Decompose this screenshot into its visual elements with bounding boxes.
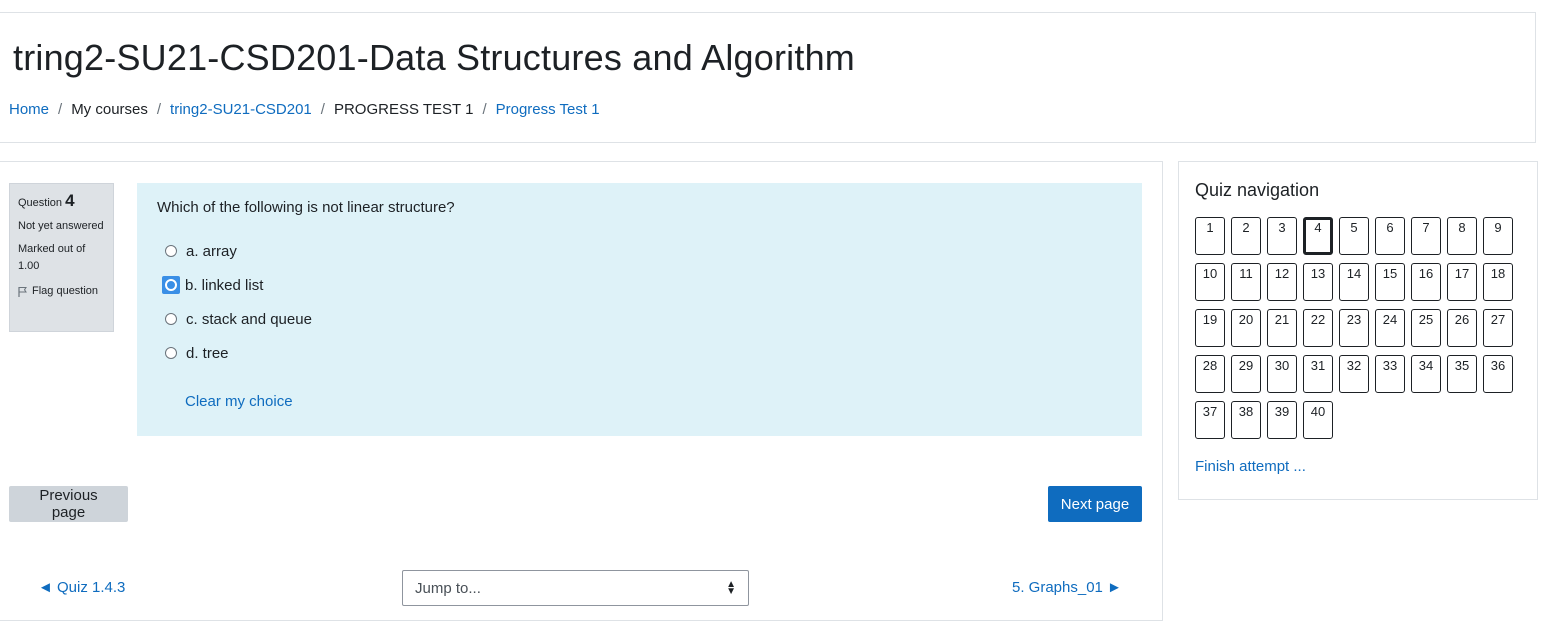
quiz-navigation-block: Quiz navigation 1 2 3 4 5 6 7 8 9 10 11 12 13 14 15 16 1… <box>1178 161 1538 500</box>
quiz-nav-button-8[interactable]: 8 <box>1447 217 1477 255</box>
quiz-nav-button-30[interactable]: 30 <box>1267 355 1297 393</box>
quiz-nav-button-35[interactable]: 35 <box>1447 355 1477 393</box>
page-title: tring2-SU21-CSD201-Data Structures and A… <box>13 37 855 78</box>
question-label: Question <box>18 197 63 209</box>
quiz-nav-button-17[interactable]: 17 <box>1447 263 1477 301</box>
breadcrumb: Home / My courses / tring2-SU21-CSD201 /… <box>9 101 600 118</box>
answer-label: d. tree <box>186 344 229 362</box>
breadcrumb-separator: / <box>58 101 63 118</box>
quiz-nav-button-23[interactable]: 23 <box>1339 309 1369 347</box>
breadcrumb-section: PROGRESS TEST 1 <box>333 101 474 118</box>
quiz-nav-button-20[interactable]: 20 <box>1231 309 1261 347</box>
quiz-nav-button-18[interactable]: 18 <box>1483 263 1513 301</box>
quiz-navigation-grid: 1 2 3 4 5 6 7 8 9 10 11 12 13 14 15 16 17 18 19 20 21 22 23 24 2… <box>1195 217 1525 439</box>
breadcrumb-separator: / <box>320 101 325 118</box>
quiz-nav-button-37[interactable]: 37 <box>1195 401 1225 439</box>
jump-to-select[interactable]: Jump to... ▲ ▼ <box>402 570 749 606</box>
breadcrumb-my-courses: My courses <box>71 101 148 118</box>
quiz-nav-button-25[interactable]: 25 <box>1411 309 1441 347</box>
quiz-nav-button-33[interactable]: 33 <box>1375 355 1405 393</box>
quiz-nav-button-39[interactable]: 39 <box>1267 401 1297 439</box>
radio-button[interactable] <box>165 245 177 257</box>
question-number: 4 <box>65 191 75 210</box>
quiz-nav-button-16[interactable]: 16 <box>1411 263 1441 301</box>
radio-button[interactable] <box>165 313 177 325</box>
radio-button[interactable] <box>165 347 177 359</box>
page-header: tring2-SU21-CSD201-Data Structures and A… <box>0 12 1536 143</box>
answer-option-a[interactable]: a. array <box>163 239 237 263</box>
breadcrumb-course[interactable]: tring2-SU21-CSD201 <box>170 101 312 118</box>
quiz-nav-button-2[interactable]: 2 <box>1231 217 1261 255</box>
quiz-nav-button-27[interactable]: 27 <box>1483 309 1513 347</box>
flag-question-toggle[interactable]: Flag question <box>18 283 105 300</box>
question-text: Which of the following is not linear str… <box>157 199 455 216</box>
breadcrumb-separator: / <box>482 101 487 118</box>
quiz-nav-button-11[interactable]: 11 <box>1231 263 1261 301</box>
quiz-nav-button-31[interactable]: 31 <box>1303 355 1333 393</box>
quiz-nav-button-19[interactable]: 19 <box>1195 309 1225 347</box>
quiz-navigation-title: Quiz navigation <box>1195 180 1320 200</box>
breadcrumb-separator: / <box>156 101 162 118</box>
quiz-nav-button-26[interactable]: 26 <box>1447 309 1477 347</box>
quiz-nav-button-13[interactable]: 13 <box>1303 263 1333 301</box>
jump-to-value: Jump to... <box>415 579 481 597</box>
answer-option-c[interactable]: c. stack and queue <box>163 307 312 331</box>
quiz-nav-button-7[interactable]: 7 <box>1411 217 1441 255</box>
question-info-panel: Question 4 Not yet answered Marked out o… <box>9 183 114 332</box>
previous-activity-link[interactable]: ◄ Quiz 1.4.3 <box>38 579 125 596</box>
quiz-nav-button-29[interactable]: 29 <box>1231 355 1261 393</box>
quiz-nav-button-32[interactable]: 32 <box>1339 355 1369 393</box>
quiz-nav-button-12[interactable]: 12 <box>1267 263 1297 301</box>
previous-page-button[interactable]: Previous page <box>9 486 128 522</box>
quiz-nav-button-21[interactable]: 21 <box>1267 309 1297 347</box>
select-arrows-icon: ▲ ▼ <box>726 579 736 597</box>
answer-label: a. array <box>186 242 237 260</box>
quiz-nav-button-1[interactable]: 1 <box>1195 217 1225 255</box>
quiz-nav-button-3[interactable]: 3 <box>1267 217 1297 255</box>
answer-label: b. linked list <box>185 276 264 294</box>
answer-label: c. stack and queue <box>186 310 312 328</box>
quiz-nav-button-9[interactable]: 9 <box>1483 217 1513 255</box>
flag-question-label: Flag question <box>32 285 99 297</box>
quiz-nav-button-22[interactable]: 22 <box>1303 309 1333 347</box>
quiz-nav-button-28[interactable]: 28 <box>1195 355 1225 393</box>
question-formulation: Which of the following is not linear str… <box>137 183 1142 436</box>
quiz-nav-button-34[interactable]: 34 <box>1411 355 1441 393</box>
quiz-nav-button-36[interactable]: 36 <box>1483 355 1513 393</box>
breadcrumb-home[interactable]: Home <box>9 101 49 118</box>
next-activity-link[interactable]: 5. Graphs_01 ► <box>1012 579 1122 596</box>
finish-attempt-link[interactable]: Finish attempt ... <box>1195 458 1306 475</box>
clear-choice-link[interactable]: Clear my choice <box>185 393 293 410</box>
quiz-nav-button-14[interactable]: 14 <box>1339 263 1369 301</box>
flag-icon <box>18 286 27 297</box>
breadcrumb-quiz[interactable]: Progress Test 1 <box>496 101 600 118</box>
quiz-nav-button-15[interactable]: 15 <box>1375 263 1405 301</box>
quiz-nav-button-40[interactable]: 40 <box>1303 401 1333 439</box>
quiz-nav-button-24[interactable]: 24 <box>1375 309 1405 347</box>
quiz-nav-button-38[interactable]: 38 <box>1231 401 1261 439</box>
radio-button-focused[interactable] <box>162 276 180 294</box>
quiz-nav-button-6[interactable]: 6 <box>1375 217 1405 255</box>
next-page-button[interactable]: Next page <box>1048 486 1142 522</box>
quiz-nav-button-10[interactable]: 10 <box>1195 263 1225 301</box>
question-state: Not yet answered <box>18 220 104 232</box>
answer-option-d[interactable]: d. tree <box>163 341 229 365</box>
quiz-nav-button-5[interactable]: 5 <box>1339 217 1369 255</box>
answer-option-b[interactable]: b. linked list <box>162 273 264 297</box>
quiz-nav-button-4[interactable]: 4 <box>1303 217 1333 255</box>
question-grade: Marked out of 1.00 <box>18 243 86 272</box>
